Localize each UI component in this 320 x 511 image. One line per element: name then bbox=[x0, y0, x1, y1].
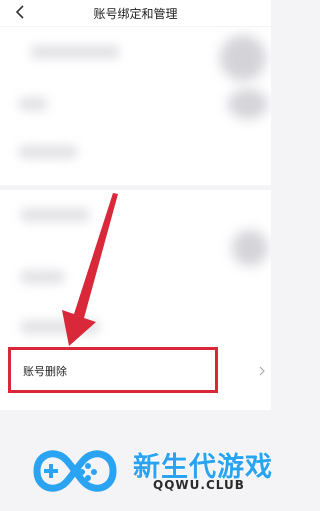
top-bar: 账号绑定和管理 bbox=[0, 0, 271, 26]
blurred-settings-group-1 bbox=[0, 27, 271, 185]
blurred-value bbox=[228, 89, 268, 119]
account-delete-item[interactable]: 账号删除 bbox=[8, 347, 218, 393]
blurred-row bbox=[18, 145, 78, 159]
page-title: 账号绑定和管理 bbox=[93, 7, 178, 21]
watermark-url: QQWU.CLUB bbox=[153, 478, 245, 492]
blurred-row bbox=[20, 270, 65, 284]
blurred-row bbox=[18, 97, 48, 111]
watermark: 新生代游戏 QQWU.CLUB bbox=[25, 445, 272, 497]
blurred-row bbox=[20, 208, 90, 222]
chevron-right-icon bbox=[259, 366, 265, 376]
blurred-value bbox=[232, 230, 268, 266]
blurred-avatar bbox=[220, 35, 266, 81]
blurred-row bbox=[30, 45, 120, 59]
blurred-row bbox=[20, 320, 100, 334]
account-delete-label: 账号删除 bbox=[23, 365, 67, 378]
gamepad-logo-icon bbox=[33, 450, 117, 492]
